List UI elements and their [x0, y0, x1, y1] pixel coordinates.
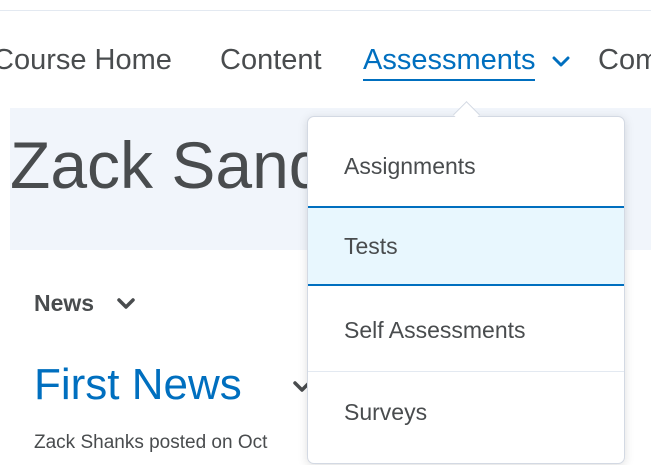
nav-item-assessments-label: Assessments [363, 44, 536, 81]
course-navbar: Course Home Content Assessments Com [0, 11, 651, 108]
chevron-down-icon[interactable] [116, 297, 136, 311]
menu-item-surveys[interactable]: Surveys [308, 372, 624, 452]
news-widget-title: News [34, 290, 95, 316]
menu-item-tests[interactable]: Tests [308, 206, 624, 286]
news-item-title[interactable]: First News [34, 360, 242, 410]
news-item-meta: Zack Shanks posted on Oct [34, 432, 268, 453]
chevron-down-icon [552, 42, 570, 76]
news-widget-header[interactable]: News [34, 290, 136, 317]
nav-item-assessments[interactable]: Assessments [363, 42, 570, 81]
assessments-dropdown-menu: Assignments Tests Self Assessments Surve… [307, 116, 625, 464]
nav-item-content[interactable]: Content [220, 43, 322, 77]
nav-item-communication[interactable]: Com [598, 43, 651, 77]
menu-item-assignments[interactable]: Assignments [308, 126, 624, 206]
menu-item-self-assessments[interactable]: Self Assessments [308, 290, 624, 370]
nav-item-course-home[interactable]: Course Home [0, 43, 172, 77]
